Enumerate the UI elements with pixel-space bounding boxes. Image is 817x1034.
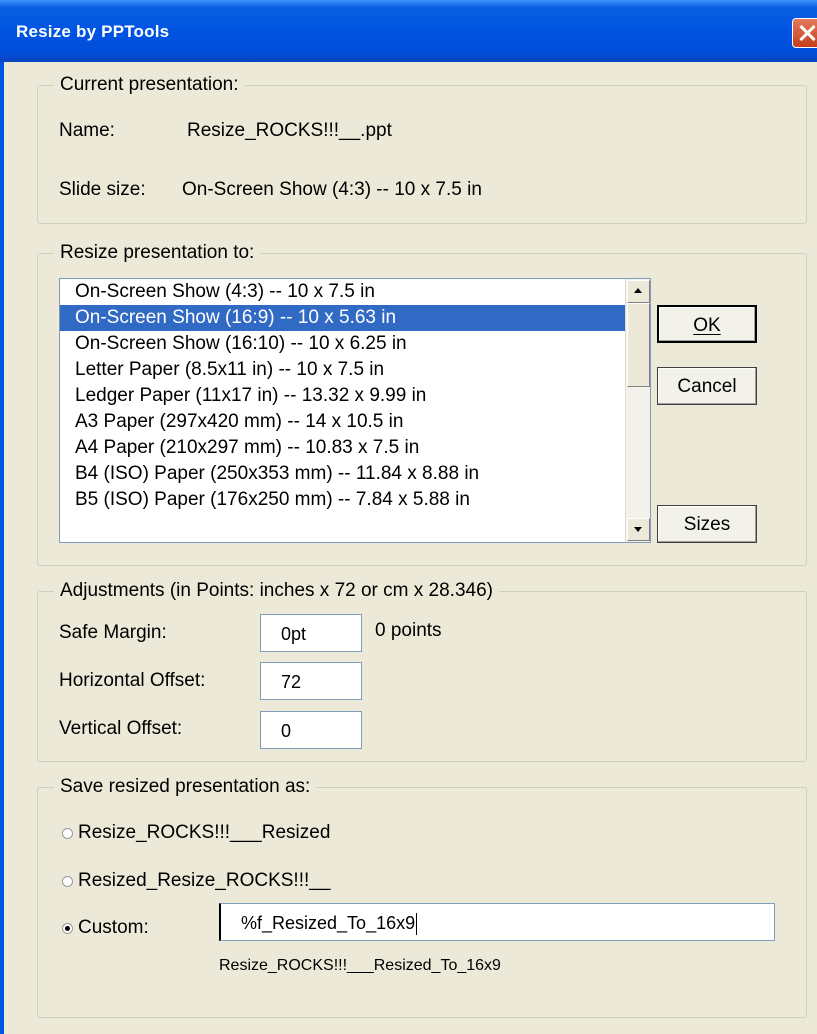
horizontal-offset-label: Horizontal Offset:	[59, 670, 206, 691]
horizontal-offset-input[interactable]: 72	[260, 662, 362, 700]
save-as-group: Save resized presentation as:	[37, 776, 807, 1018]
safe-margin-label: Safe Margin:	[59, 622, 167, 643]
scroll-thumb[interactable]	[627, 303, 650, 387]
cancel-label: Cancel	[677, 376, 737, 397]
ok-button[interactable]: OK	[657, 305, 757, 343]
safe-margin-note: 0 points	[375, 620, 442, 641]
vertical-offset-input[interactable]: 0	[260, 711, 362, 749]
current-presentation-legend: Current presentation:	[60, 74, 239, 95]
size-list-item[interactable]: B5 (ISO) Paper (176x250 mm) -- 7.84 x 5.…	[60, 487, 650, 513]
title-bar: Resize by PPTools	[0, 0, 817, 62]
size-list-item[interactable]: A4 Paper (210x297 mm) -- 10.83 x 7.5 in	[60, 435, 650, 461]
scroll-down-icon[interactable]	[627, 518, 650, 541]
size-list-item[interactable]: On-Screen Show (16:9) -- 10 x 5.63 in	[60, 305, 650, 331]
safe-margin-input[interactable]: 0pt	[260, 614, 362, 652]
vertical-offset-label: Vertical Offset:	[59, 718, 183, 739]
listbox-scrollbar[interactable]	[625, 279, 650, 542]
current-presentation-group: Current presentation:	[37, 74, 807, 224]
slide-size-value: On-Screen Show (4:3) -- 10 x 7.5 in	[182, 179, 482, 200]
name-label: Name:	[59, 120, 115, 141]
radio-option-resized-suffix[interactable]	[62, 828, 73, 839]
cancel-button[interactable]: Cancel	[657, 367, 757, 405]
size-listbox[interactable]: On-Screen Show (4:3) -- 10 x 7.5 in On-Sc…	[59, 278, 651, 543]
slide-size-label: Slide size:	[59, 179, 146, 200]
option-resized-prefix-label[interactable]: Resized_Resize_ROCKS!!!__	[78, 870, 330, 892]
window-frame	[0, 62, 4, 1034]
sizes-button[interactable]: Sizes	[657, 505, 757, 543]
size-list-item[interactable]: B4 (ISO) Paper (250x353 mm) -- 11.84 x 8…	[60, 461, 650, 487]
close-icon[interactable]	[792, 18, 817, 48]
custom-filename-value: %f_Resized_To_16x9	[241, 913, 416, 933]
sizes-label: Sizes	[683, 514, 731, 535]
resize-to-legend: Resize presentation to:	[60, 242, 255, 263]
size-list-item[interactable]: Letter Paper (8.5x11 in) -- 10 x 7.5 in	[60, 357, 650, 383]
radio-option-resized-prefix[interactable]	[62, 876, 73, 887]
scroll-up-icon[interactable]	[627, 280, 650, 303]
window-title: Resize by PPTools	[16, 22, 170, 41]
filename-preview: Resize_ROCKS!!!___Resized_To_16x9	[219, 957, 501, 974]
option-custom-label[interactable]: Custom:	[78, 917, 149, 939]
text-caret	[416, 913, 418, 936]
size-list-item[interactable]: On-Screen Show (4:3) -- 10 x 7.5 in	[60, 279, 650, 305]
save-as-legend: Save resized presentation as:	[60, 776, 311, 797]
ok-label: OK	[693, 315, 721, 336]
name-value: Resize_ROCKS!!!__.ppt	[187, 120, 392, 141]
adjustments-legend: Adjustments (in Points: inches x 72 or c…	[60, 580, 493, 601]
size-list-item[interactable]: A3 Paper (297x420 mm) -- 14 x 10.5 in	[60, 409, 650, 435]
size-list-item[interactable]: On-Screen Show (16:10) -- 10 x 6.25 in	[60, 331, 650, 357]
custom-filename-input[interactable]: %f_Resized_To_16x9	[219, 903, 775, 941]
radio-option-custom[interactable]	[62, 923, 73, 934]
size-list-item[interactable]: Ledger Paper (11x17 in) -- 13.32 x 9.99 …	[60, 383, 650, 409]
option-resized-suffix-label[interactable]: Resize_ROCKS!!!___Resized	[78, 822, 330, 844]
